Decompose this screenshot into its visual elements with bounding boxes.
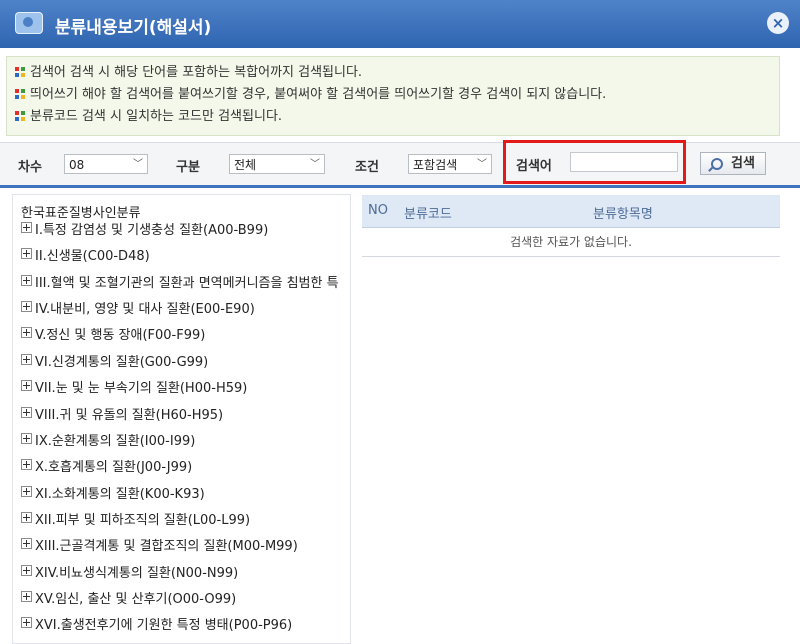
tree-item[interactable]: XIII.근골격계통 및 결합조직의 질환(M00-M99) (21, 536, 298, 558)
chevron-down-icon: ﹀ (477, 159, 487, 170)
tree-item[interactable]: I.특정 감염성 및 기생충성 질환(A00-B99) (21, 220, 268, 242)
tree-item[interactable]: V.정신 및 행동 장애(F00-F99) (21, 325, 205, 347)
tree-item[interactable]: VII.눈 및 눈 부속기의 질환(H00-H59) (21, 378, 247, 400)
results-table-header: NO 분류코드 분류항목명 (362, 195, 780, 228)
bullet-icon (15, 89, 25, 99)
expand-icon[interactable] (21, 407, 32, 418)
tree-item[interactable]: XI.소화계통의 질환(K00-K93) (21, 484, 205, 506)
close-button[interactable]: × (767, 12, 789, 34)
bullet-icon (15, 111, 25, 121)
tree-item[interactable]: VIII.귀 및 유돌의 질환(H60-H95) (21, 405, 223, 427)
expand-icon[interactable] (21, 275, 32, 286)
keyword-label: 검색어 (516, 159, 552, 174)
keyword-input[interactable] (570, 152, 678, 172)
column-header-name: 분류항목명 (593, 207, 653, 222)
notice-line-1: 검색어 검색 시 해당 단어를 포함하는 복합어까지 검색됩니다. (15, 63, 362, 83)
expand-icon[interactable] (21, 617, 32, 628)
tree-item[interactable]: XII.피부 및 피하조직의 질환(L00-L99) (21, 510, 250, 532)
bullet-icon (15, 67, 25, 77)
tree-item[interactable]: III.혈액 및 조혈기관의 질환과 면역메커니즘을 침범한 특 (21, 273, 339, 295)
expand-icon[interactable] (21, 380, 32, 391)
condition-label: 조건 (355, 160, 379, 175)
notice-line-3: 분류코드 검색 시 일치하는 코드만 검색됩니다. (15, 107, 282, 127)
search-button[interactable]: 검색 (700, 152, 766, 175)
column-header-code: 분류코드 (404, 207, 452, 222)
chevron-down-icon: ﹀ (310, 159, 320, 170)
search-icon (711, 158, 723, 170)
tree-item[interactable]: X.호흡계통의 질환(J00-J99) (21, 457, 192, 479)
notice-box: 검색어 검색 시 해당 단어를 포함하는 복합어까지 검색됩니다. 띄어쓰기 해… (6, 56, 780, 136)
chevron-down-icon: ﹀ (133, 159, 143, 170)
expand-icon[interactable] (21, 248, 32, 259)
expand-icon[interactable] (21, 512, 32, 523)
notice-line-2: 띄어쓰기 해야 할 검색어를 붙여쓰기할 경우, 붙여써야 할 검색어를 띄어쓰… (15, 85, 606, 105)
tree-root: 한국표준질병사인분류 (21, 206, 141, 221)
tree-item[interactable]: IX.순환계통의 질환(I00-I99) (21, 431, 195, 453)
revision-label: 차수 (18, 160, 42, 175)
expand-icon[interactable] (21, 327, 32, 338)
condition-select[interactable]: 포함검색 ﹀ (408, 154, 492, 174)
type-label: 구분 (176, 160, 200, 175)
column-header-no: NO (368, 203, 388, 218)
expand-icon[interactable] (21, 222, 32, 233)
type-select[interactable]: 전체 ﹀ (229, 154, 325, 174)
tree-item[interactable]: XVI.출생전후기에 기원한 특정 병태(P00-P96) (21, 615, 292, 637)
expand-icon[interactable] (21, 354, 32, 365)
keyword-highlight-box: 검색어 (503, 140, 686, 184)
tree-item[interactable]: XV.임신, 출산 및 산후기(O00-O99) (21, 589, 236, 611)
expand-icon[interactable] (21, 538, 32, 549)
expand-icon[interactable] (21, 565, 32, 576)
expand-icon[interactable] (21, 433, 32, 444)
window-icon (15, 12, 43, 34)
tree-item[interactable]: VI.신경계통의 질환(G00-G99) (21, 352, 208, 374)
expand-icon[interactable] (21, 459, 32, 470)
classification-tree: 한국표준질병사인분류 I.특정 감염성 및 기생충성 질환(A00-B99) I… (12, 194, 351, 644)
expand-icon[interactable] (21, 301, 32, 312)
revision-select[interactable]: 08 ﹀ (64, 154, 148, 174)
empty-results-message: 검색한 자료가 없습니다. (362, 228, 780, 257)
tree-item[interactable]: XIV.비뇨생식계통의 질환(N00-N99) (21, 563, 238, 585)
title-bar: 분류내용보기(해설서) × (0, 0, 800, 48)
expand-icon[interactable] (21, 486, 32, 497)
window-title: 분류내용보기(해설서) (55, 18, 212, 38)
expand-icon[interactable] (21, 591, 32, 602)
tree-item[interactable]: II.신생물(C00-D48) (21, 246, 150, 268)
tree-item[interactable]: IV.내분비, 영양 및 대사 질환(E00-E90) (21, 299, 255, 321)
